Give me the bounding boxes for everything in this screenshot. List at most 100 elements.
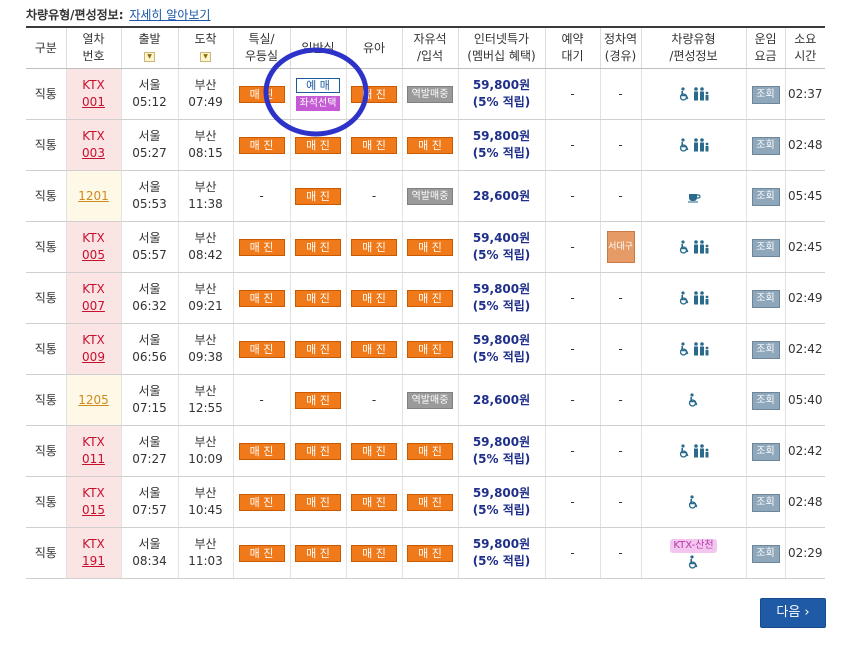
train-row[interactable]: 직통 KTX 011 서울 07:27 부산 10:09 매 진 매 진 매 진 매 진 59,800… (26, 425, 825, 477)
train-row[interactable]: 직통 KTX 191 서울 08:34 부산 11:03 매 진 매 진 매 진 매 진 59,800… (26, 527, 825, 579)
duration-cell: 02:49 (785, 272, 825, 324)
fare-lookup-button[interactable]: 조회 (751, 85, 780, 104)
train-number-link[interactable]: 003 (82, 146, 105, 160)
column-header: 일반실 (290, 26, 347, 69)
arrival-cell: 부산 08:42 (178, 221, 234, 273)
duration-cell: 02:29 (785, 527, 825, 579)
train-number-cell[interactable]: 1205 (66, 374, 122, 426)
duration-cell: 02:48 (785, 476, 825, 528)
train-row[interactable]: 직통 KTX 007 서울 06:32 부산 09:21 매 진 매 진 매 진 매 진 59,800… (26, 272, 825, 324)
cafe-icon (687, 188, 701, 205)
seat-status-cell: - (346, 374, 403, 426)
train-row[interactable]: 직통 1201 서울 05:53 부산 11:38 - 매 진 - 역발매중 28,600원 - - 조회… (26, 170, 825, 222)
fare-lookup-button[interactable]: 조회 (751, 340, 780, 359)
train-row[interactable]: 직통 KTX 015 서울 07:57 부산 10:45 매 진 매 진 매 진 매 진 59,800… (26, 476, 825, 528)
train-number-cell[interactable]: KTX 191 (66, 527, 122, 579)
departure-cell: 서울 07:15 (121, 374, 179, 426)
departure-station: 서울 (138, 333, 161, 347)
train-row[interactable]: 직통 1205 서울 07:15 부산 12:55 - 매 진 - 역발매중 28,600원 - - 조회… (26, 374, 825, 426)
sold-out-badge: 매 진 (238, 136, 285, 154)
fare-lookup-button[interactable]: 조회 (751, 187, 780, 206)
internet-price: 59,800원 (472, 486, 531, 500)
arrival-station: 부산 (194, 486, 217, 500)
train-number-cell[interactable]: KTX 003 (66, 119, 122, 171)
seat-status-cell: 매 진 (402, 119, 459, 171)
arrival-station: 부산 (194, 333, 217, 347)
train-number-link[interactable]: 009 (82, 350, 105, 364)
stops-cell: - (600, 476, 642, 528)
column-header-label: 열차 (82, 32, 105, 46)
wheelchair-icon (687, 392, 701, 409)
internet-price: 28,600원 (472, 392, 531, 407)
reservation-wait: - (570, 341, 575, 356)
fare-lookup-button[interactable]: 조회 (751, 391, 780, 410)
family-seat-icon (692, 341, 710, 358)
train-row[interactable]: 직통 KTX 003 서울 05:27 부산 08:15 매 진 매 진 매 진 매 진 59,800… (26, 119, 825, 171)
details-link[interactable]: 자세히 알아보기 (129, 8, 210, 22)
sort-down-icon[interactable]: ▼ (144, 51, 155, 62)
arrival-cell: 부산 10:09 (178, 425, 234, 477)
duration: 02:42 (787, 341, 823, 356)
duration: 05:45 (787, 188, 823, 203)
membership-points: (5% 적립) (472, 299, 531, 313)
train-row[interactable]: 직통 KTX 001 서울 05:12 부산 07:49 매 진예 매 좌석선택 매 진 역발매중 5… (26, 68, 825, 120)
route-kind: 직통 (34, 137, 57, 152)
seat-status-cell: 매 진 (402, 425, 459, 477)
train-number-link[interactable]: 001 (82, 95, 105, 109)
duration-cell: 02:42 (785, 323, 825, 375)
train-number-cell[interactable]: KTX 009 (66, 323, 122, 375)
train-number-cell[interactable]: KTX 007 (66, 272, 122, 324)
arrival-station: 부산 (194, 282, 217, 296)
sort-down-icon[interactable]: ▼ (200, 51, 211, 62)
train-type: KTX (82, 78, 105, 92)
vehicle-type-cell (641, 272, 747, 324)
departure-time: 06:56 (132, 350, 167, 364)
column-header-sublabel: (경유) (604, 49, 637, 63)
fare-lookup-button[interactable]: 조회 (751, 238, 780, 257)
train-number-cell[interactable]: KTX 005 (66, 221, 122, 273)
train-number-link[interactable]: 1201 (78, 189, 109, 203)
vehicle-type-cell (641, 374, 747, 426)
train-number-link[interactable]: 005 (82, 248, 105, 262)
train-row[interactable]: 직통 KTX 009 서울 06:56 부산 09:38 매 진 매 진 매 진 매 진 59,800… (26, 323, 825, 375)
departure-cell: 서울 07:57 (121, 476, 179, 528)
fare-lookup-button[interactable]: 조회 (751, 493, 780, 512)
column-header: 출발 ▼ (121, 26, 179, 69)
train-number-link[interactable]: 007 (82, 299, 105, 313)
column-header-label: 예약 (561, 32, 584, 46)
train-number-link[interactable]: 1205 (78, 393, 109, 407)
stops-cell: 서대구 (600, 221, 642, 273)
departure-station: 서울 (138, 435, 161, 449)
fare-lookup-button[interactable]: 조회 (751, 442, 780, 461)
train-number-cell[interactable]: KTX 001 (66, 68, 122, 120)
book-button[interactable]: 예 매 (296, 78, 340, 93)
reservation-wait: - (570, 443, 575, 458)
train-number-cell[interactable]: 1201 (66, 170, 122, 222)
next-button[interactable]: 다음 › (760, 598, 826, 628)
train-row[interactable]: 직통 KTX 005 서울 05:57 부산 08:42 매 진 매 진 매 진 매 진 59,400… (26, 221, 825, 273)
departure-cell: 서울 05:12 (121, 68, 179, 120)
stops-cell: - (600, 527, 642, 579)
train-number-cell[interactable]: KTX 015 (66, 476, 122, 528)
fare-lookup-button[interactable]: 조회 (751, 289, 780, 308)
arrival-station: 부산 (194, 231, 217, 245)
internet-price: 59,800원 (472, 78, 531, 92)
train-number-link[interactable]: 015 (82, 503, 105, 517)
seat-status-cell: 매 진 (233, 425, 291, 477)
seat-select-button[interactable]: 좌석선택 (296, 96, 340, 111)
stops: - (618, 443, 623, 458)
fare-lookup-button[interactable]: 조회 (751, 544, 780, 563)
family-seat-icon (692, 239, 710, 256)
internet-price-cell: 59,400원 (5% 적립) (458, 221, 546, 273)
column-header-sublabel: 우등실 (244, 49, 279, 63)
wheelchair-icon (687, 553, 701, 570)
stop-station-badge[interactable]: 서대구 (606, 231, 635, 263)
train-number-cell[interactable]: KTX 011 (66, 425, 122, 477)
sold-out-badge: 매 진 (295, 544, 341, 562)
fare-lookup-button[interactable]: 조회 (751, 136, 780, 155)
sold-out-badge: 매 진 (238, 442, 285, 460)
train-number-link[interactable]: 191 (82, 554, 105, 568)
train-number-link[interactable]: 011 (82, 452, 105, 466)
departure-station: 서울 (138, 537, 161, 551)
reservation-wait-cell: - (545, 272, 601, 324)
